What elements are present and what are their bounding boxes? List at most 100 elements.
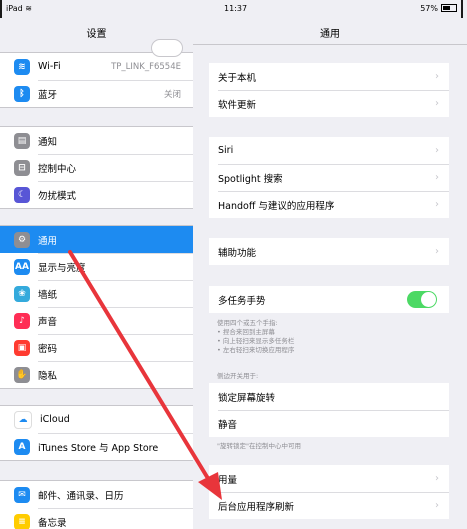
wallpaper-icon: ❀ — [14, 285, 30, 302]
chevron-right-icon: › — [435, 71, 439, 82]
multitask-note: 使用四个或五个手指: • 捏合来回到主屏幕 • 向上轻扫来显示多任务栏 • 左右… — [217, 319, 295, 354]
settings-row-label: 后台应用程序刷新 — [218, 501, 295, 513]
passcode-icon: ▣ — [14, 339, 30, 356]
settings-row-label: 关于本机 — [218, 72, 257, 84]
sidebar-item-label: 声音 — [38, 316, 58, 328]
sidebar-item-label: 通知 — [38, 136, 58, 148]
pane-title: 通用 — [320, 29, 340, 40]
sidebar-item-label: 备忘录 — [38, 517, 67, 529]
group-multitask: 多任务手势 — [209, 286, 449, 313]
sidebar-item-label: 邮件、通讯录、日历 — [38, 490, 124, 502]
sidebar-item-label: 墙纸 — [38, 289, 58, 301]
sidebar-item-value: 关闭 — [163, 89, 181, 100]
sidebar-title: 设置 — [86, 29, 107, 40]
sidebar-item-display[interactable]: AA 显示与亮度 — [0, 253, 193, 280]
settings-row[interactable]: 用量 › — [209, 465, 449, 492]
sidebar-item-privacy[interactable]: ✋ 隐私 — [0, 361, 193, 388]
group-about: 关于本机 › 软件更新 › — [209, 63, 449, 117]
multitask-row: 多任务手势 — [209, 286, 449, 313]
settings-row-label: Spotlight 搜索 — [218, 173, 283, 185]
status-bar: iPad ≋ 11:37 57% — [0, 0, 467, 18]
privacy-icon: ✋ — [14, 366, 30, 383]
sidebar-group-notifications: ▤ 通知 ⊟ 控制中心 ☾ 勿扰模式 — [0, 126, 193, 209]
sidebar-group-network: ≋ Wi-Fi TP_LINK_F6554E ᛒ 蓝牙 关闭 — [0, 39, 193, 108]
sidebar-item-label: iCloud — [40, 414, 70, 425]
app-store-icon: A — [14, 438, 30, 455]
sidebar-item-wallpaper[interactable]: ❀ 墙纸 — [0, 280, 193, 307]
settings-row[interactable]: Handoff 与建议的应用程序 › — [209, 191, 449, 218]
group-siri: Siri › Spotlight 搜索 › Handoff 与建议的应用程序 › — [209, 137, 449, 218]
chevron-right-icon: › — [435, 172, 439, 183]
sidebar-item-mail[interactable]: ✉ 邮件、通讯录、日历 — [0, 481, 193, 508]
cloud-icon: ☁ — [14, 410, 32, 429]
wifi-icon: ≋ — [14, 58, 30, 75]
sidebar-group-accounts: ☁ iCloud AiTunes Store 与 App Store — [0, 405, 193, 461]
chevron-right-icon: › — [435, 145, 439, 156]
clock: 11:37 — [224, 4, 248, 13]
sidebar-item-app-store[interactable]: AiTunes Store 与 App Store — [0, 433, 193, 460]
device-label: iPad ≋ — [6, 4, 32, 13]
sidebar-item-label: 通用 — [38, 235, 58, 247]
battery-icon — [441, 4, 457, 12]
sidebar-item-label: iTunes Store 与 App Store — [38, 442, 159, 454]
settings-row-label: 静音 — [218, 419, 238, 431]
side-switch-header: 侧边开关用于: — [217, 372, 259, 380]
group-accessibility: 辅助功能 › — [209, 238, 449, 265]
group-side-switch: 锁定屏幕旋转 静音 — [209, 383, 449, 437]
sidebar-item-gear[interactable]: ⚙ 通用 — [0, 226, 193, 253]
sidebar-item-value: TP_LINK_F6554E — [111, 61, 181, 72]
multitask-label: 多任务手势 — [218, 295, 266, 307]
control-center-icon: ⊟ — [14, 159, 30, 176]
bluetooth-icon: ᛒ — [14, 85, 30, 102]
sidebar-item-notification[interactable]: ▤ 通知 — [0, 127, 193, 154]
sidebar-item-label: 蓝牙 — [38, 89, 58, 101]
chevron-right-icon: › — [435, 98, 439, 109]
sidebar-item-label: 密码 — [38, 343, 58, 355]
display-icon: AA — [14, 258, 30, 275]
wifi-icon: ≋ — [25, 4, 32, 13]
chevron-right-icon: › — [435, 500, 439, 511]
settings-row-label: 软件更新 — [218, 99, 257, 111]
settings-sidebar: 设置 ≋ Wi-Fi TP_LINK_F6554E ᛒ 蓝牙 关闭 ▤ 通知 ⊟ 控制中心 ☾ 勿扰… — [0, 18, 194, 529]
sidebar-item-wifi[interactable]: ≋ Wi-Fi TP_LINK_F6554E — [0, 53, 193, 80]
general-pane: 通用 关于本机 › 软件更新 › Siri › Spotlight 搜索 › Handoff … — [193, 18, 467, 529]
settings-row-label: Handoff 与建议的应用程序 — [218, 200, 335, 212]
multitask-switch[interactable] — [407, 291, 437, 308]
sidebar-item-label: 勿扰模式 — [38, 190, 77, 202]
settings-row[interactable]: 锁定屏幕旋转 — [209, 383, 449, 410]
settings-row[interactable]: 辅助功能 › — [209, 238, 449, 265]
sound-icon: ♪ — [14, 312, 30, 329]
sidebar-item-sound[interactable]: ♪ 声音 — [0, 307, 193, 334]
side-switch-note: "旋转锁定"在控制中心中可用 — [217, 442, 301, 450]
notes-icon: ≡ — [14, 513, 30, 529]
settings-row-label: 锁定屏幕旋转 — [218, 392, 276, 404]
sidebar-item-notes[interactable]: ≡ 备忘录 — [0, 508, 193, 529]
settings-row[interactable]: 后台应用程序刷新 › — [209, 492, 449, 519]
settings-row[interactable]: Siri › — [209, 137, 449, 164]
settings-row-label: 用量 — [218, 474, 238, 486]
settings-row-label: Siri — [218, 145, 234, 156]
settings-row[interactable]: 静音 — [209, 410, 449, 437]
sidebar-item-bluetooth[interactable]: ᛒ 蓝牙 关闭 — [0, 80, 193, 107]
sidebar-item-label: Wi-Fi — [38, 61, 61, 72]
sidebar-group-general: ⚙ 通用 AA 显示与亮度 ❀ 墙纸 ♪ 声音 ▣ 密码 ✋ 隐私 — [0, 225, 193, 389]
sidebar-item-label: 控制中心 — [38, 163, 77, 175]
sidebar-item-control-center[interactable]: ⊟ 控制中心 — [0, 154, 193, 181]
sidebar-item-moon[interactable]: ☾ 勿扰模式 — [0, 181, 193, 208]
settings-row[interactable]: 软件更新 › — [209, 90, 449, 117]
sidebar-group-apps: ✉ 邮件、通讯录、日历 ≡ 备忘录 — [0, 480, 193, 529]
chevron-right-icon: › — [435, 199, 439, 210]
chevron-right-icon: › — [435, 246, 439, 257]
settings-row-label: 辅助功能 — [218, 247, 257, 259]
sidebar-item-cloud[interactable]: ☁ iCloud — [0, 406, 193, 433]
settings-row[interactable]: Spotlight 搜索 › — [209, 164, 449, 191]
chevron-right-icon: › — [435, 473, 439, 484]
sidebar-item-label: 显示与亮度 — [38, 262, 86, 274]
settings-row[interactable]: 关于本机 › — [209, 63, 449, 90]
header-divider — [193, 44, 467, 45]
sidebar-item-passcode[interactable]: ▣ 密码 — [0, 334, 193, 361]
moon-icon: ☾ — [14, 186, 30, 203]
notification-icon: ▤ — [14, 132, 30, 149]
sidebar-item-label: 隐私 — [38, 370, 58, 382]
mail-icon: ✉ — [14, 486, 30, 503]
